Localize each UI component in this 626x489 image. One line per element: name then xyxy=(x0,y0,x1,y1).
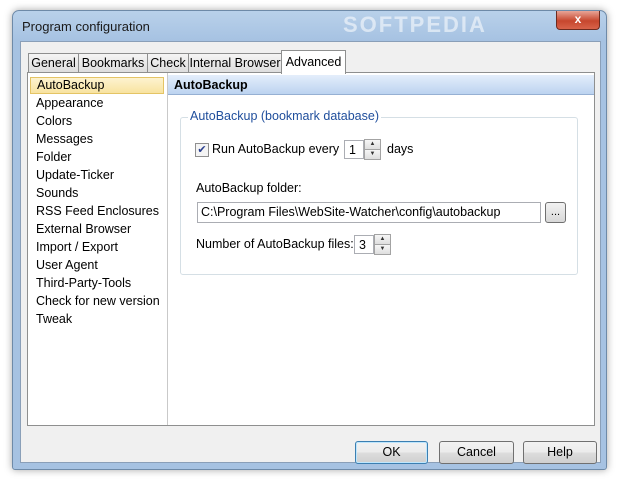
files-count-label: Number of AutoBackup files: xyxy=(196,237,354,251)
close-icon: x xyxy=(574,12,582,26)
tab-advanced[interactable]: Advanced xyxy=(281,50,346,74)
sidebar-item-colors[interactable]: Colors xyxy=(30,113,164,130)
tab-check[interactable]: Check xyxy=(147,53,189,73)
dialog-client-area: General Bookmarks Check Internal Browser… xyxy=(20,41,601,464)
files-count-input[interactable]: 3 xyxy=(354,235,374,254)
tab-bookmarks[interactable]: Bookmarks xyxy=(78,53,148,73)
backup-folder-input[interactable]: C:\Program Files\WebSite-Watcher\config\… xyxy=(197,202,541,223)
sidebar-item-check-for-new-version[interactable]: Check for new version xyxy=(30,293,164,310)
arrow-up-icon: ▲ xyxy=(369,141,376,147)
files-down-button[interactable]: ▼ xyxy=(374,244,391,255)
tab-internal-browser[interactable]: Internal Browser xyxy=(188,53,282,73)
window-title: Program configuration xyxy=(22,19,150,34)
arrow-down-icon: ▼ xyxy=(369,151,376,157)
interval-input[interactable]: 1 xyxy=(344,140,364,159)
autobackup-groupbox: AutoBackup (bookmark database) ✔ Run Aut… xyxy=(180,109,578,275)
run-autobackup-checkbox[interactable]: ✔ xyxy=(195,143,209,157)
program-configuration-window: Program configuration SOFTPEDIA x Genera… xyxy=(12,10,607,470)
browse-folder-button[interactable]: ... xyxy=(545,202,566,223)
section-header: AutoBackup xyxy=(168,75,594,95)
sidebar-item-update-ticker[interactable]: Update-Ticker xyxy=(30,167,164,184)
close-button[interactable]: x xyxy=(556,11,600,30)
tab-general[interactable]: General xyxy=(28,53,79,73)
interval-spinner: ▲ ▼ xyxy=(364,139,381,160)
files-count-spinner: ▲ ▼ xyxy=(374,234,391,255)
watermark: SOFTPEDIA xyxy=(343,12,487,37)
sidebar-item-autobackup[interactable]: AutoBackup xyxy=(30,77,164,94)
sidebar-item-appearance[interactable]: Appearance xyxy=(30,95,164,112)
sidebar-item-import-export[interactable]: Import / Export xyxy=(30,239,164,256)
tab-panel: AutoBackup Appearance Colors Messages Fo… xyxy=(27,72,595,426)
arrow-down-icon: ▼ xyxy=(379,246,386,252)
help-button[interactable]: Help xyxy=(523,441,597,464)
folder-label: AutoBackup folder: xyxy=(196,181,302,195)
sidebar-item-messages[interactable]: Messages xyxy=(30,131,164,148)
arrow-up-icon: ▲ xyxy=(379,236,386,242)
sidebar-item-sounds[interactable]: Sounds xyxy=(30,185,164,202)
run-autobackup-label[interactable]: Run AutoBackup every xyxy=(212,142,339,156)
sidebar-item-third-party-tools[interactable]: Third-Party-Tools xyxy=(30,275,164,292)
cancel-button[interactable]: Cancel xyxy=(439,441,514,464)
ok-button[interactable]: OK xyxy=(355,441,428,464)
interval-unit-label: days xyxy=(387,142,414,156)
autobackup-settings: AutoBackup AutoBackup (bookmark database… xyxy=(168,73,594,425)
title-bar[interactable]: Program configuration SOFTPEDIA x xyxy=(13,11,606,41)
sidebar-item-external-browser[interactable]: External Browser xyxy=(30,221,164,238)
interval-down-button[interactable]: ▼ xyxy=(364,149,381,160)
checkmark-icon: ✔ xyxy=(197,144,207,156)
sidebar-item-folder[interactable]: Folder xyxy=(30,149,164,166)
settings-category-list: AutoBackup Appearance Colors Messages Fo… xyxy=(28,73,168,425)
sidebar-item-tweak[interactable]: Tweak xyxy=(30,311,164,328)
sidebar-item-rss-feed-enclosures[interactable]: RSS Feed Enclosures xyxy=(30,203,164,220)
sidebar-item-user-agent[interactable]: User Agent xyxy=(30,257,164,274)
group-title: AutoBackup (bookmark database) xyxy=(188,109,381,123)
